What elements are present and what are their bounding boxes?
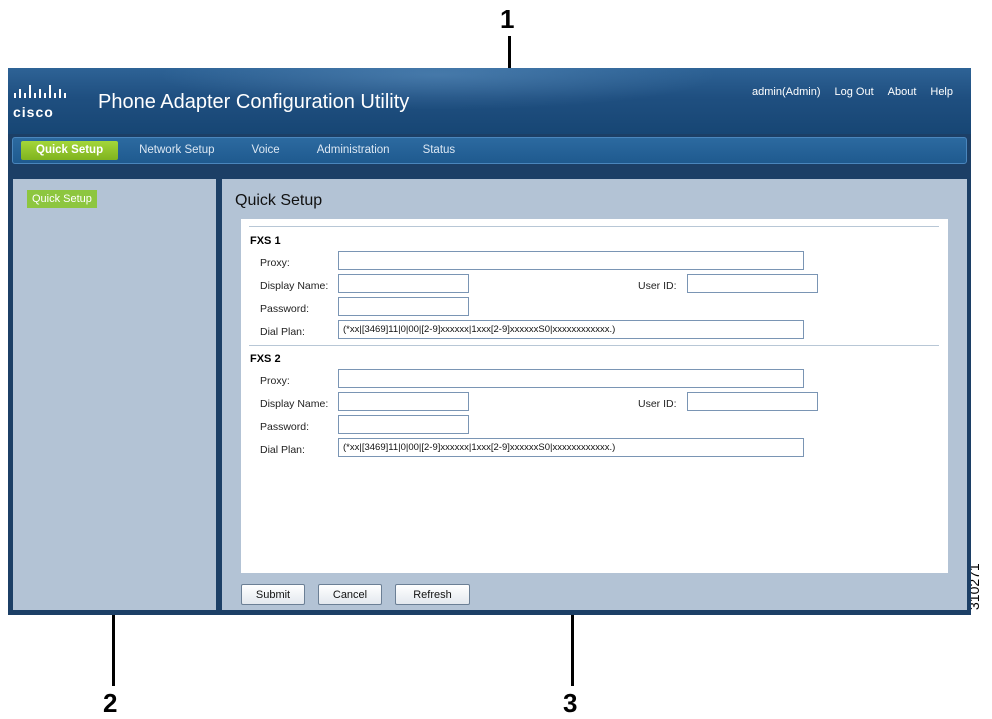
dial-plan-label: Dial Plan: — [260, 326, 305, 338]
section-divider — [249, 345, 939, 346]
dial-plan-label: Dial Plan: — [260, 444, 305, 456]
callout-1: 1 — [500, 4, 515, 34]
password-label: Password: — [260, 421, 310, 433]
cancel-button[interactable]: Cancel — [318, 584, 382, 605]
section-divider — [249, 226, 939, 227]
app-title: Phone Adapter Configuration Utility — [98, 91, 410, 113]
callout-3: 3 — [563, 688, 578, 718]
app-window: cisco Phone Adapter Configuration Utilit… — [8, 68, 971, 615]
refresh-button[interactable]: Refresh — [395, 584, 470, 605]
tab-administration[interactable]: Administration — [302, 141, 405, 160]
tab-status[interactable]: Status — [405, 141, 471, 160]
tab-network-setup[interactable]: Network Setup — [124, 141, 229, 160]
submit-button[interactable]: Submit — [241, 584, 305, 605]
fxs1-user-id-input[interactable] — [687, 274, 818, 293]
tab-quick-setup[interactable]: Quick Setup — [21, 141, 119, 160]
section-title-fxs1: FXS 1 — [250, 235, 281, 247]
cisco-bars-icon — [14, 85, 66, 98]
fxs2-dial-plan-input[interactable] — [338, 438, 804, 457]
display-name-label: Display Name: — [260, 280, 329, 292]
fxs1-password-input[interactable] — [338, 297, 469, 316]
user-id-label: User ID: — [638, 280, 677, 292]
logo-text: cisco — [13, 104, 54, 120]
fxs1-display-name-input[interactable] — [338, 274, 469, 293]
logout-link[interactable]: Log Out — [834, 86, 873, 98]
header: cisco Phone Adapter Configuration Utilit… — [8, 68, 971, 134]
proxy-label: Proxy: — [260, 375, 290, 387]
sidebar: Quick Setup — [13, 179, 216, 610]
password-label: Password: — [260, 303, 310, 315]
main-content: Quick Setup FXS 1 Proxy: Display Name: U… — [222, 179, 967, 610]
fxs2-proxy-input[interactable] — [338, 369, 804, 388]
main-nav: Quick Setup Network Setup Voice Administ… — [12, 137, 967, 164]
fxs1-dial-plan-input[interactable] — [338, 320, 804, 339]
tab-voice[interactable]: Voice — [230, 141, 302, 160]
fxs2-display-name-input[interactable] — [338, 392, 469, 411]
fxs2-password-input[interactable] — [338, 415, 469, 434]
fxs2-user-id-input[interactable] — [687, 392, 818, 411]
fxs1-proxy-input[interactable] — [338, 251, 804, 270]
sidebar-item-quick-setup[interactable]: Quick Setup — [27, 190, 97, 208]
proxy-label: Proxy: — [260, 257, 290, 269]
cisco-logo: cisco — [13, 84, 69, 120]
section-title-fxs2: FXS 2 — [250, 353, 281, 365]
user-id-label: User ID: — [638, 398, 677, 410]
help-link[interactable]: Help — [930, 86, 953, 98]
form-panel: FXS 1 Proxy: Display Name: User ID: Pass… — [241, 219, 948, 573]
callout-2: 2 — [103, 688, 118, 718]
about-link[interactable]: About — [888, 86, 917, 98]
user-label: admin(Admin) — [752, 86, 821, 98]
page-title: Quick Setup — [235, 192, 323, 209]
utility-links: admin(Admin) Log Out About Help — [752, 86, 953, 98]
display-name-label: Display Name: — [260, 398, 329, 410]
